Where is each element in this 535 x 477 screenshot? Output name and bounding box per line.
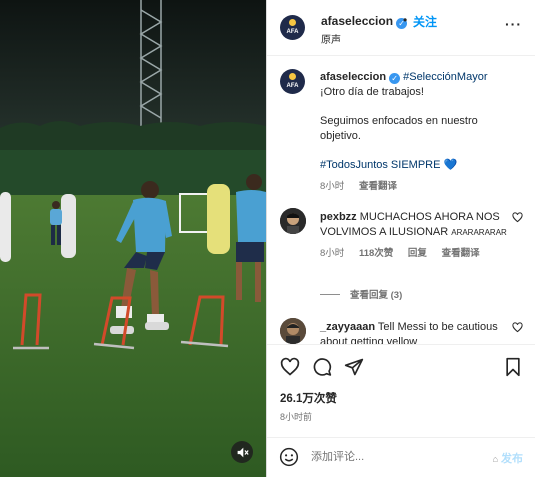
caption-time: 8小时 [320,181,345,192]
comments-list[interactable]: AFA afaseleccion ✓ #SelecciónMayor ¡Otro … [267,56,535,344]
more-options-icon[interactable]: ··· [505,16,522,32]
add-comment-bar: ⌂发布 [267,437,535,477]
post-comment-label: 发布 [501,453,523,465]
commenter-username[interactable]: pexbzz [320,211,357,223]
comment-text-tail: ARARARARAR [451,228,507,237]
comment-bubble-icon[interactable] [312,357,332,377]
emoji-smiley-icon[interactable] [279,447,299,467]
muted-speaker-icon [237,447,249,457]
header-separator: • [403,13,408,27]
commenter-avatar[interactable] [280,318,306,344]
comment-body: pexbzz MUCHACHOS AHORA NOS VOLVIMOS A IL… [320,210,510,261]
comment-input[interactable] [311,446,471,468]
header-username[interactable]: afaseleccion ✓ [321,14,408,29]
comment-meta: 8小时 118次赞 回复 查看翻译 [320,246,510,261]
sun-emblem-icon [289,73,296,80]
caption-avatar[interactable]: AFA [280,69,305,94]
comment-time: 8小时 [320,248,345,259]
post-actions: 26.1万次赞 8小时前 [267,344,535,437]
caption-line-2: Seguimos enfocados en nuestro objetivo. [320,115,478,142]
training-scene-image [0,0,266,477]
share-paper-plane-icon[interactable] [344,357,364,377]
caption-username[interactable]: afaseleccion [320,71,386,83]
save-bookmark-icon[interactable] [504,357,522,377]
caption-translate-button[interactable]: 查看翻译 [359,181,397,192]
account-avatar[interactable]: AFA [280,15,305,40]
post-comment-button[interactable]: ⌂ 发布 [493,450,523,466]
view-replies-label: 查看回复 (3) [350,290,403,301]
view-replies-button[interactable]: 查看回复 (3) [320,287,402,301]
caption-meta: 8小时 查看翻译 [320,179,520,194]
comment-like-heart-icon[interactable] [512,322,523,333]
post-video[interactable] [0,0,266,477]
caption-hashtag-line[interactable]: #TodosJuntos SIEMPRE [320,159,440,171]
mute-button[interactable] [231,441,253,463]
comment-translate-button[interactable]: 查看翻译 [442,248,480,259]
caption-line-1: ¡Otro día de trabajos! [320,86,424,98]
avatar-text: AFA [286,83,299,89]
follow-button[interactable]: 关注 [413,13,437,30]
original-audio-link[interactable]: 原声 [321,31,341,46]
post-button-icon: ⌂ [492,454,498,464]
comment-like-heart-icon[interactable] [512,212,523,223]
commenter-username[interactable]: _zayyaaan [320,321,375,333]
comment-body: _zayyaaan Tell Messi to be cautious abou… [320,320,510,344]
comment-item: pexbzz MUCHACHOS AHORA NOS VOLVIMOS A IL… [280,208,523,304]
reply-button[interactable]: 回复 [408,248,427,259]
likes-count[interactable]: 26.1万次赞 [280,390,337,406]
profile-photo-icon [280,208,306,234]
blue-heart-icon: 💙 [443,159,458,171]
post-header: AFA afaseleccion ✓ • 关注 原声 ··· [267,0,535,56]
comment-likes[interactable]: 118次赞 [359,248,393,259]
profile-photo-icon [280,318,306,344]
commenter-avatar[interactable] [280,208,306,234]
verified-badge-icon: ✓ [389,73,401,84]
comment-item: _zayyaaan Tell Messi to be cautious abou… [280,318,523,344]
like-heart-icon[interactable] [280,357,300,377]
post-detail-panel: AFA afaseleccion ✓ • 关注 原声 ··· AFA afasel… [266,0,535,477]
caption-hashtag[interactable]: #SelecciónMayor [403,71,487,83]
caption: afaseleccion ✓ #SelecciónMayor ¡Otro día … [320,70,520,194]
sun-emblem-icon [289,19,296,26]
avatar-text: AFA [286,29,299,35]
replies-divider [320,294,340,295]
username-link[interactable]: afaseleccion [321,14,393,28]
caption-line-3: #TodosJuntos SIEMPRE 💙 [320,158,520,173]
post-time: 8小时前 [280,412,313,422]
